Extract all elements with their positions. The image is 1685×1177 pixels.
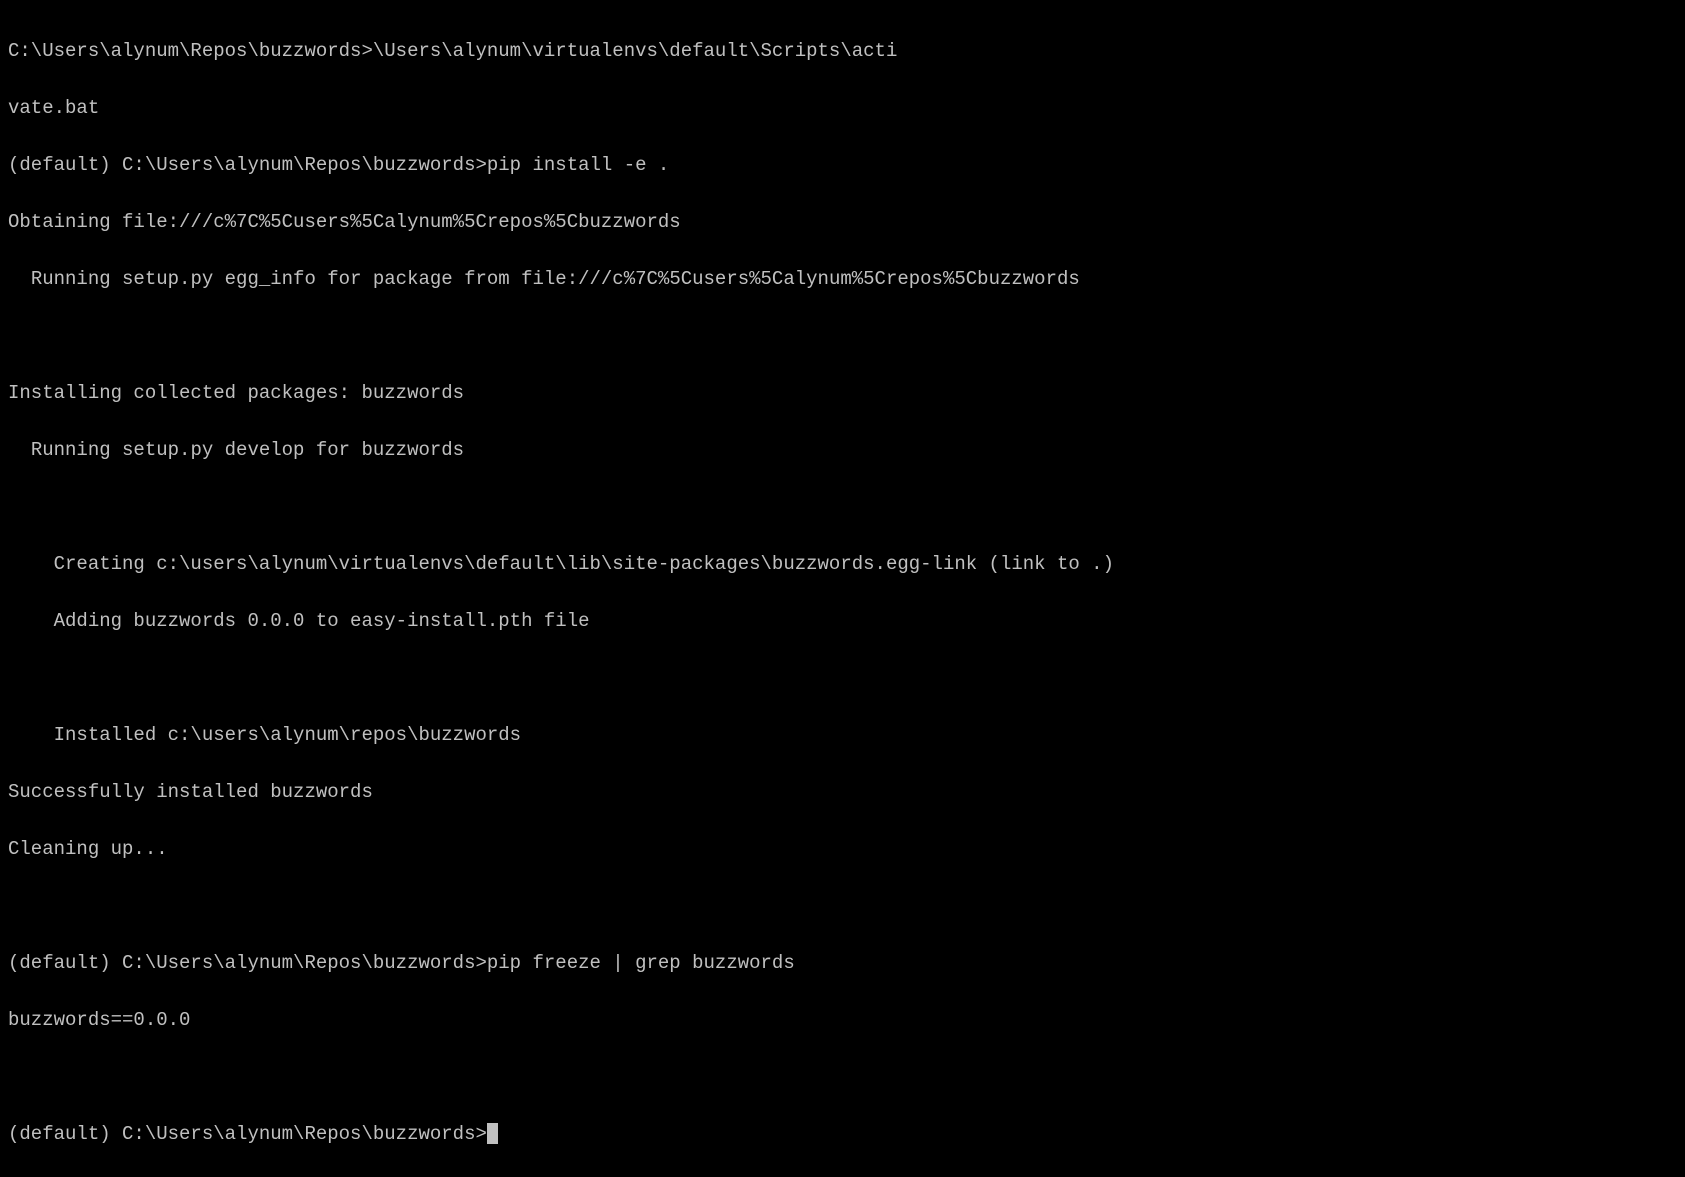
terminal-output-line: vate.bat: [8, 94, 1677, 123]
terminal-output-line: [8, 892, 1677, 921]
terminal-output-line: [8, 493, 1677, 522]
cursor-icon: [487, 1123, 498, 1144]
terminal-output-line: [8, 322, 1677, 351]
terminal-window[interactable]: C:\Users\alynum\Repos\buzzwords>\Users\a…: [8, 8, 1677, 1177]
terminal-output-line: Installed c:\users\alynum\repos\buzzword…: [8, 721, 1677, 750]
terminal-output-line: [8, 664, 1677, 693]
terminal-output-line: Successfully installed buzzwords: [8, 778, 1677, 807]
terminal-output-line: Creating c:\users\alynum\virtualenvs\def…: [8, 550, 1677, 579]
terminal-output-line: (default) C:\Users\alynum\Repos\buzzword…: [8, 151, 1677, 180]
terminal-output-line: C:\Users\alynum\Repos\buzzwords>\Users\a…: [8, 37, 1677, 66]
terminal-output-line: Cleaning up...: [8, 835, 1677, 864]
terminal-output-line: Running setup.py develop for buzzwords: [8, 436, 1677, 465]
terminal-output-line: buzzwords==0.0.0: [8, 1006, 1677, 1035]
terminal-output-line: Installing collected packages: buzzwords: [8, 379, 1677, 408]
terminal-output-line: [8, 1063, 1677, 1092]
terminal-output-line: Obtaining file:///c%7C%5Cusers%5Calynum%…: [8, 208, 1677, 237]
terminal-prompt: (default) C:\Users\alynum\Repos\buzzword…: [8, 1123, 487, 1145]
terminal-output-line: Running setup.py egg_info for package fr…: [8, 265, 1677, 294]
terminal-output-line: (default) C:\Users\alynum\Repos\buzzword…: [8, 949, 1677, 978]
terminal-output-line: Adding buzzwords 0.0.0 to easy-install.p…: [8, 607, 1677, 636]
terminal-prompt-line[interactable]: (default) C:\Users\alynum\Repos\buzzword…: [8, 1120, 1677, 1149]
